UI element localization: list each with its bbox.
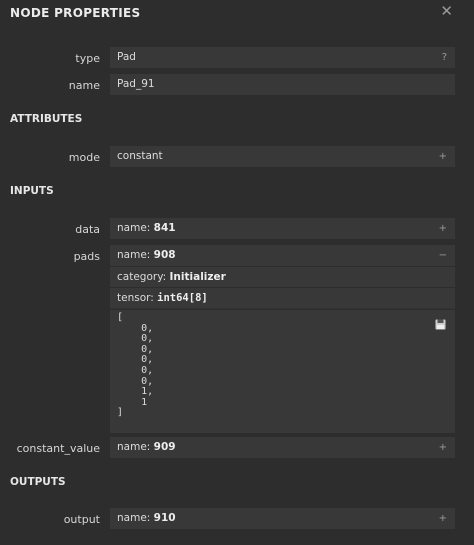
- save-icon[interactable]: [435, 315, 446, 334]
- type-value: Pad: [117, 51, 136, 63]
- pads-name-row: name: 908 −: [110, 245, 455, 266]
- node-properties-panel: NODE PROPERTIES ✕ type Pad ? name Pad_91…: [0, 0, 474, 545]
- mode-expand-button[interactable]: +: [439, 146, 447, 167]
- cv-expand-button[interactable]: +: [439, 437, 447, 458]
- pads-input-block: name: 908 − category: Initializer tensor…: [110, 245, 455, 433]
- pads-category-prefix: category:: [117, 271, 170, 283]
- output-label: output: [63, 513, 100, 526]
- constant-value-field: name: 909 +: [110, 437, 455, 458]
- cv-name-value: 909: [153, 441, 176, 453]
- pads-collapse-button[interactable]: −: [439, 245, 447, 266]
- output-expand-button[interactable]: +: [439, 508, 447, 529]
- mode-value: constant: [117, 150, 163, 162]
- type-field: Pad ?: [110, 47, 455, 68]
- type-help-button[interactable]: ?: [442, 47, 447, 68]
- name-field: Pad_91: [110, 74, 455, 95]
- data-name-value: 841: [153, 222, 176, 234]
- panel-title: NODE PROPERTIES: [10, 6, 141, 20]
- data-expand-button[interactable]: +: [439, 218, 447, 239]
- output-field: name: 910 +: [110, 508, 455, 529]
- close-icon[interactable]: ✕: [440, 2, 453, 20]
- type-label: type: [75, 52, 100, 65]
- name-label: name: [68, 79, 100, 92]
- pads-label: pads: [73, 250, 100, 263]
- inputs-heading: INPUTS: [10, 185, 54, 197]
- outputs-heading: OUTPUTS: [10, 476, 66, 488]
- data-name-prefix: name:: [117, 222, 154, 234]
- pads-category-value: Initializer: [169, 271, 226, 283]
- constant-value-label: constant_value: [16, 442, 100, 455]
- output-name-value: 910: [153, 512, 176, 524]
- pads-values-text: [ 0, 0, 0, 0, 0, 0, 1, 1 ]: [117, 312, 154, 419]
- name-value: Pad_91: [117, 78, 155, 90]
- mode-label: mode: [68, 151, 100, 164]
- output-name-prefix: name:: [117, 512, 154, 524]
- cv-name-prefix: name:: [117, 441, 154, 453]
- data-label: data: [75, 223, 100, 236]
- pads-tensor-value: int64[8]: [157, 292, 208, 304]
- pads-name-prefix: name:: [117, 249, 154, 261]
- mode-field: constant +: [110, 146, 455, 167]
- pads-tensor-values[interactable]: [ 0, 0, 0, 0, 0, 0, 1, 1 ]: [110, 309, 455, 433]
- pads-category-row: category: Initializer: [110, 266, 455, 287]
- data-input-field: name: 841 +: [110, 218, 455, 239]
- pads-name-value: 908: [153, 249, 176, 261]
- pads-tensor-row: tensor: int64[8]: [110, 287, 455, 308]
- attributes-heading: ATTRIBUTES: [10, 113, 83, 125]
- pads-tensor-prefix: tensor:: [117, 292, 158, 304]
